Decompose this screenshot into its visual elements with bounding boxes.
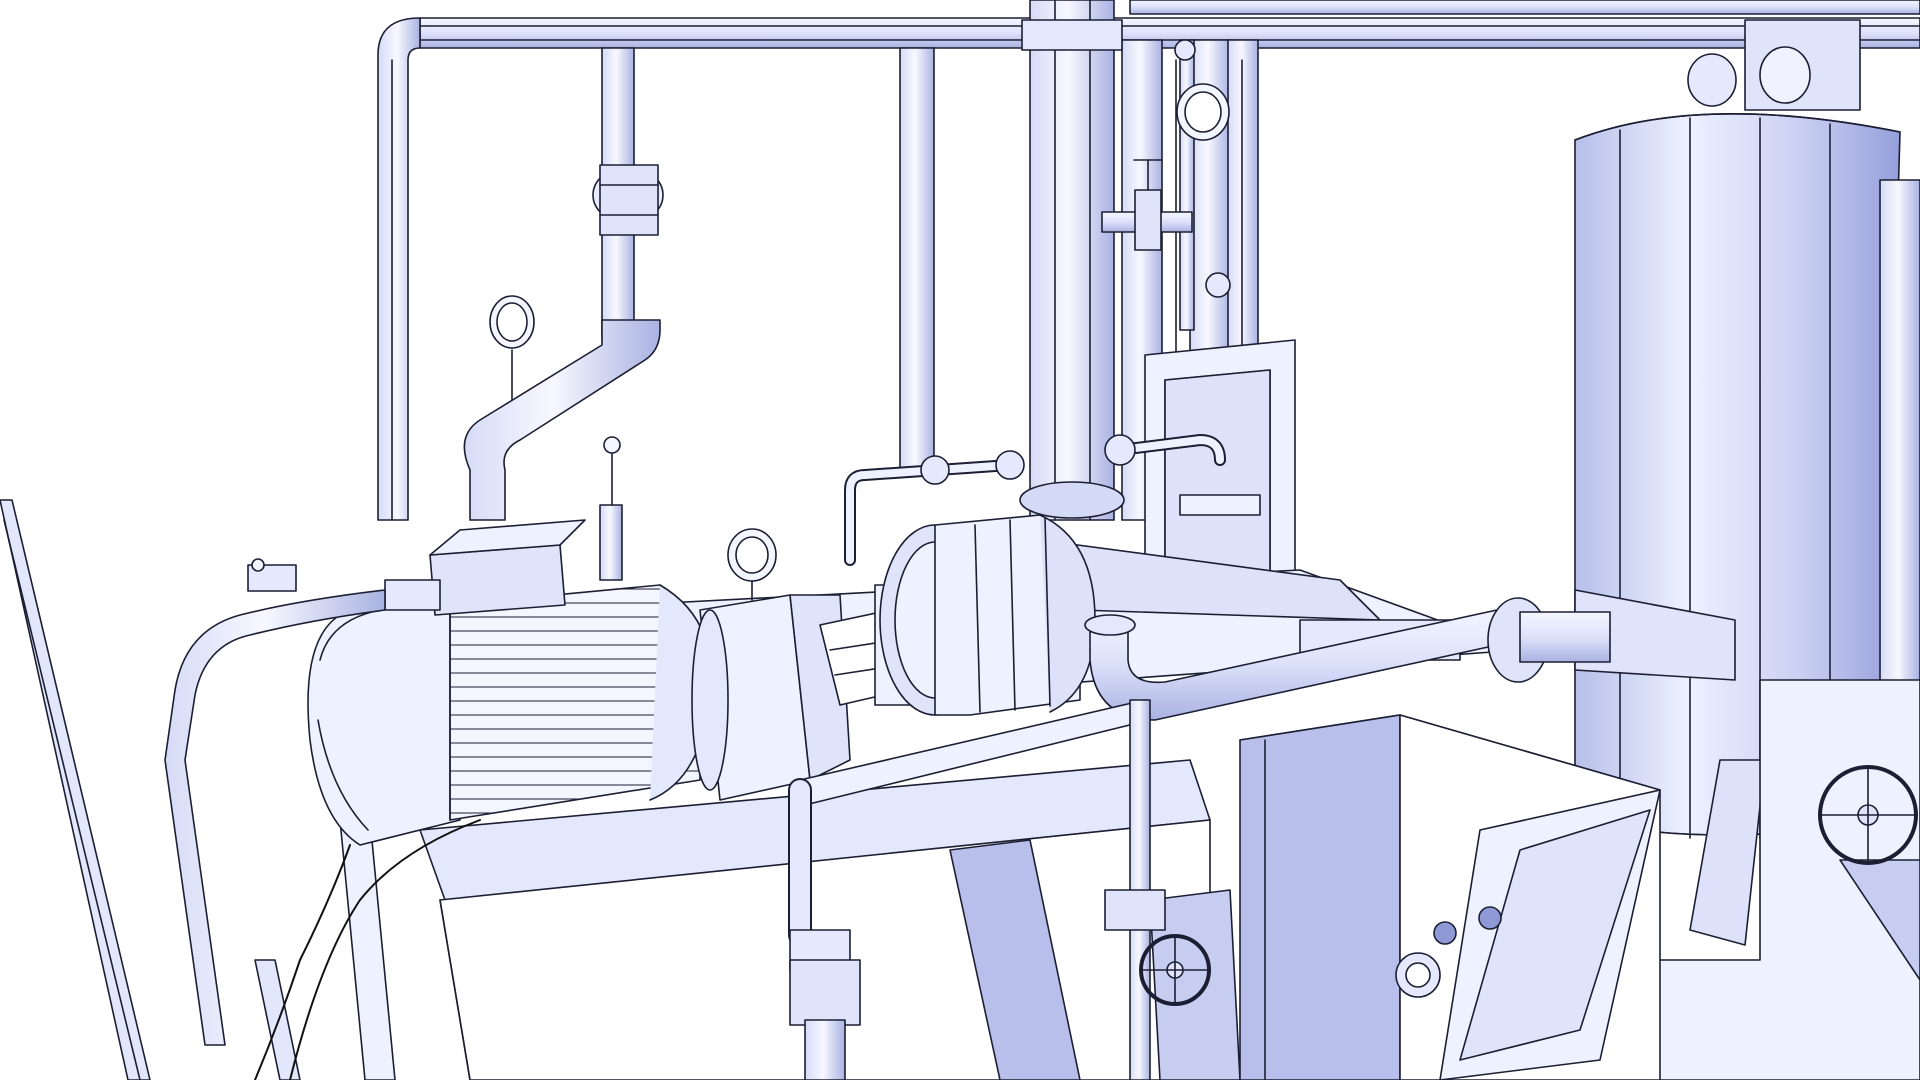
industrial-pump-skid-wireframe-render: [0, 0, 1920, 1080]
left-vertical-pipe: [377, 17, 421, 521]
handwheel-icon: [1818, 765, 1918, 865]
pressure-gauge-icon: [489, 295, 535, 401]
selector-switch-icon: [1395, 952, 1441, 998]
gate-valve-handwheel-icon: [1139, 934, 1211, 1006]
electric-motor: [307, 519, 713, 846]
pump-gauge-icon: [727, 528, 777, 601]
top-header-pipe: [419, 0, 1920, 49]
thermometer-fitting: [599, 436, 623, 581]
pump-casing: [879, 514, 1096, 716]
upper-elbow-pipe: [463, 164, 664, 521]
left-support-legs: [254, 819, 396, 1080]
left-frame-rail: [0, 499, 151, 1080]
